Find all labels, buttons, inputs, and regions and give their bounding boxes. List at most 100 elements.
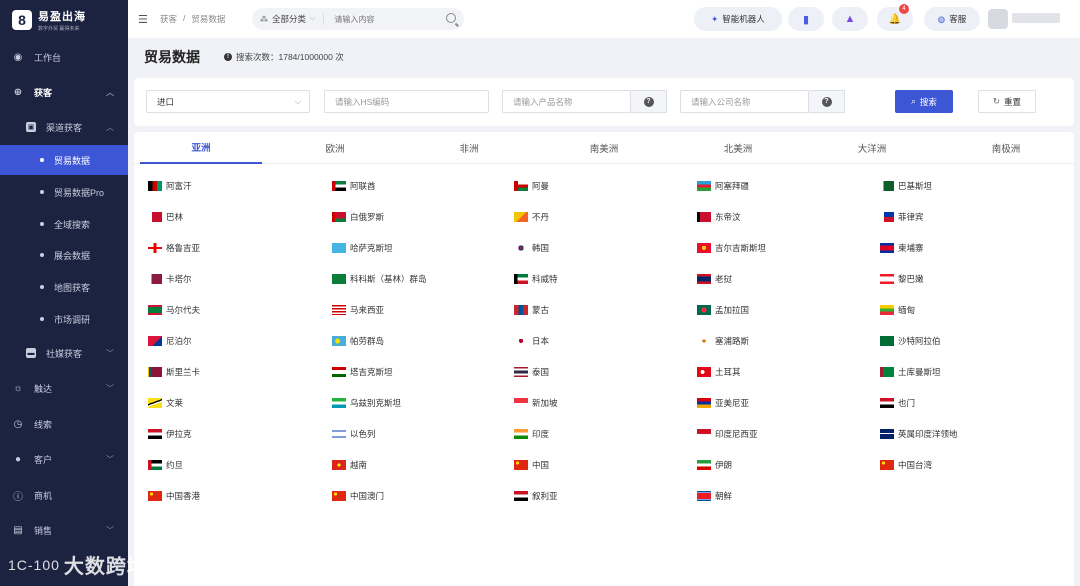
- reset-button[interactable]: ↻ 重置: [978, 90, 1036, 113]
- country-item[interactable]: 也门: [880, 396, 915, 410]
- tab-asia[interactable]: 亚洲: [140, 132, 262, 164]
- sidebar-item-map-acquisition[interactable]: 地图获客: [0, 272, 128, 302]
- tab-europe[interactable]: 欧洲: [274, 132, 396, 164]
- sidebar-item-trade-data-pro[interactable]: 贸易数据Pro: [0, 177, 128, 207]
- country-item[interactable]: 新加坡: [514, 396, 558, 410]
- tab-antarctica[interactable]: 南极洲: [945, 132, 1067, 164]
- sidebar-item-sales[interactable]: ▤ 销售 ﹀: [0, 515, 128, 545]
- trade-type-select[interactable]: 进口 ⌵: [146, 90, 310, 113]
- user-name[interactable]: [1012, 13, 1060, 23]
- sidebar-item-trade-data[interactable]: 贸易数据: [0, 145, 128, 175]
- country-item[interactable]: 阿富汗: [148, 179, 192, 193]
- country-item[interactable]: 泰国: [514, 365, 549, 379]
- country-item[interactable]: 菲律宾: [880, 210, 924, 224]
- company-help-button[interactable]: ?: [809, 90, 845, 113]
- search-button[interactable]: ⌕ 搜索: [895, 90, 953, 113]
- app-a-button[interactable]: ▲: [832, 7, 868, 31]
- tab-africa[interactable]: 非洲: [408, 132, 530, 164]
- avatar[interactable]: [988, 9, 1008, 29]
- country-item[interactable]: 文莱: [148, 396, 183, 410]
- compass-icon: ◷: [13, 418, 23, 430]
- country-item[interactable]: 日本: [514, 334, 549, 348]
- tab-oceania[interactable]: 大洋洲: [811, 132, 933, 164]
- ai-robot-button[interactable]: ✦ 智能机器人: [694, 7, 782, 31]
- country-item[interactable]: 马尔代夫: [148, 303, 200, 317]
- country-item[interactable]: 土耳其: [697, 365, 741, 379]
- country-item[interactable]: 中国台湾: [880, 458, 932, 472]
- sidebar-item-acquisition[interactable]: ⊕ 获客 ︿: [0, 77, 128, 107]
- country-name: 中国澳门: [350, 491, 385, 501]
- country-item[interactable]: 科科斯（基林）群岛: [332, 272, 427, 286]
- country-item[interactable]: 卡塔尔: [148, 272, 192, 286]
- country-item[interactable]: 阿联酋: [332, 179, 376, 193]
- tab-south-america[interactable]: 南美洲: [543, 132, 665, 164]
- country-item[interactable]: 印度尼西亚: [697, 427, 758, 441]
- country-item[interactable]: 约旦: [148, 458, 183, 472]
- country-item[interactable]: 孟加拉国: [697, 303, 749, 317]
- country-item[interactable]: 以色列: [332, 427, 376, 441]
- country-item[interactable]: 帕劳群岛: [332, 334, 384, 348]
- menu-toggle-icon[interactable]: ☰: [138, 13, 150, 26]
- country-item[interactable]: 越南: [332, 458, 367, 472]
- country-item[interactable]: 中国: [514, 458, 549, 472]
- country-item[interactable]: 老挝: [697, 272, 732, 286]
- country-item[interactable]: 塞浦路斯: [697, 334, 749, 348]
- country-item[interactable]: 白俄罗斯: [332, 210, 384, 224]
- country-item[interactable]: 沙特阿拉伯: [880, 334, 941, 348]
- sidebar-item-leads[interactable]: ◷ 线索: [0, 409, 128, 439]
- category-select[interactable]: ⁂ 全部分类 ⌵: [252, 13, 325, 25]
- country-item[interactable]: 巴林: [148, 210, 183, 224]
- country-item[interactable]: 朝鲜: [697, 489, 732, 503]
- country-item[interactable]: 伊拉克: [148, 427, 192, 441]
- country-item[interactable]: 阿曼: [514, 179, 549, 193]
- country-item[interactable]: 塔吉克斯坦: [332, 365, 393, 379]
- country-item[interactable]: 不丹: [514, 210, 549, 224]
- company-name-input[interactable]: 请输入公司名称: [680, 90, 809, 113]
- hs-code-input[interactable]: 请输入HS编码: [324, 90, 489, 113]
- country-item[interactable]: 伊朗: [697, 458, 732, 472]
- country-item[interactable]: 东帝汶: [697, 210, 741, 224]
- country-item[interactable]: 斯里兰卡: [148, 365, 200, 379]
- brand-logo[interactable]: 8 易盈出海 数字外贸 赢得未来: [0, 0, 128, 40]
- country-item[interactable]: 叙利亚: [514, 489, 558, 503]
- sidebar-item-exhibition-data[interactable]: 展会数据: [0, 240, 128, 270]
- country-item[interactable]: 科威特: [514, 272, 558, 286]
- country-item[interactable]: 印度: [514, 427, 549, 441]
- country-item[interactable]: 尼泊尔: [148, 334, 192, 348]
- country-item[interactable]: 韩国: [514, 241, 549, 255]
- country-item[interactable]: 中国澳门: [332, 489, 384, 503]
- sidebar-item-market-research[interactable]: 市场调研: [0, 304, 128, 334]
- country-item[interactable]: 缅甸: [880, 303, 915, 317]
- breadcrumb-item[interactable]: 获客: [160, 13, 177, 25]
- customer-service-button[interactable]: ◍ 客服: [924, 7, 980, 31]
- search-icon[interactable]: [446, 13, 456, 23]
- sidebar-item-social-acquisition[interactable]: ▬ 社媒获客 ﹀: [0, 338, 128, 368]
- sidebar-item-customers[interactable]: ● 客户 ﹀: [0, 444, 128, 474]
- product-name-input[interactable]: 请输入产品名称: [502, 90, 631, 113]
- sidebar-item-opportunities[interactable]: ⓘ 商机: [0, 480, 128, 510]
- notification-button[interactable]: 🔔 4: [877, 4, 913, 31]
- global-search-input[interactable]: [324, 14, 435, 24]
- country-item[interactable]: 黎巴嫩: [880, 272, 924, 286]
- country-item[interactable]: 吉尔吉斯斯坦: [697, 241, 766, 255]
- book-button[interactable]: ▮: [788, 7, 824, 31]
- country-item[interactable]: 蒙古: [514, 303, 549, 317]
- country-item[interactable]: 亚美尼亚: [697, 396, 749, 410]
- breadcrumb-item: 贸易数据: [191, 14, 226, 24]
- country-item[interactable]: 哈萨克斯坦: [332, 241, 393, 255]
- country-item[interactable]: 中国香港: [148, 489, 200, 503]
- country-item[interactable]: 巴基斯坦: [880, 179, 932, 193]
- country-item[interactable]: 英属印度洋领地: [880, 427, 958, 441]
- country-item[interactable]: 乌兹别克斯坦: [332, 396, 401, 410]
- sidebar-item-channel[interactable]: ▣ 渠道获客 ︿: [0, 112, 128, 142]
- tab-north-america[interactable]: 北美洲: [677, 132, 799, 164]
- sidebar-item-workbench[interactable]: ◉ 工作台: [0, 42, 128, 72]
- sidebar-item-global-search[interactable]: 全域搜索: [0, 209, 128, 239]
- country-item[interactable]: 阿塞拜疆: [697, 179, 749, 193]
- country-item[interactable]: 柬埔寨: [880, 241, 924, 255]
- country-item[interactable]: 格鲁吉亚: [148, 241, 200, 255]
- country-item[interactable]: 土库曼斯坦: [880, 365, 941, 379]
- product-help-button[interactable]: ?: [631, 90, 667, 113]
- country-item[interactable]: 马来西亚: [332, 303, 384, 317]
- sidebar-item-reach[interactable]: ☼ 触达 ﹀: [0, 373, 128, 403]
